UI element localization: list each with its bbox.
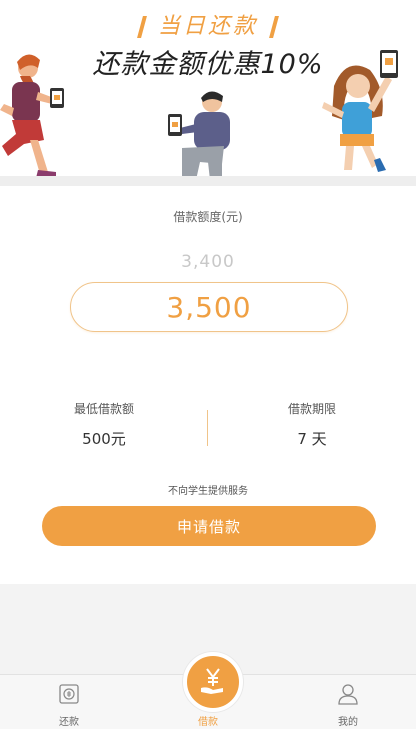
slash-decoration — [137, 16, 147, 38]
min-amount-value: 500元 — [82, 430, 126, 448]
kneeling-man-illustration — [168, 91, 230, 178]
amount-label: 借款额度(元) — [173, 210, 243, 224]
amount-selected-value: 3,500 — [166, 290, 252, 324]
loan-term-value[interactable]: 7 天 — [242, 428, 382, 449]
banner-divider — [0, 176, 416, 186]
tab-mine[interactable]: 我的 — [308, 675, 388, 729]
amount-option-previous[interactable]: 3,400 — [0, 252, 416, 272]
stats-divider — [207, 410, 208, 446]
apply-loan-button[interactable]: 申请借款 — [42, 506, 376, 546]
man-with-phone-illustration — [0, 54, 64, 178]
tab-repay[interactable]: 还款 — [29, 675, 109, 729]
yen-hand-icon — [201, 668, 223, 694]
tab-borrow-label: 借款 — [198, 717, 218, 728]
loan-term-label: 借款期限 — [287, 402, 336, 416]
repay-coin-icon — [59, 684, 79, 704]
loan-card: 借款额度(元) 3,400 3,500 最低借款额 500元 借款期限 7 天 … — [0, 186, 416, 584]
user-profile-icon — [338, 684, 358, 705]
woman-with-phone-illustration — [322, 50, 398, 172]
banner-subtitle: 当日还款 — [0, 8, 416, 40]
student-notice: 不向学生提供服务 — [168, 486, 248, 497]
borrow-tab-button[interactable] — [183, 652, 243, 712]
tab-repay-label: 还款 — [59, 717, 79, 728]
slash-decoration — [269, 16, 279, 38]
promo-banner[interactable]: 当日还款 还款金额优惠10% — [0, 0, 416, 178]
amount-picker[interactable]: 3,500 — [70, 282, 348, 332]
min-amount-label: 最低借款额 — [73, 402, 134, 416]
banner-subtitle-text: 当日还款 — [157, 14, 258, 39]
tab-mine-label: 我的 — [338, 717, 358, 728]
